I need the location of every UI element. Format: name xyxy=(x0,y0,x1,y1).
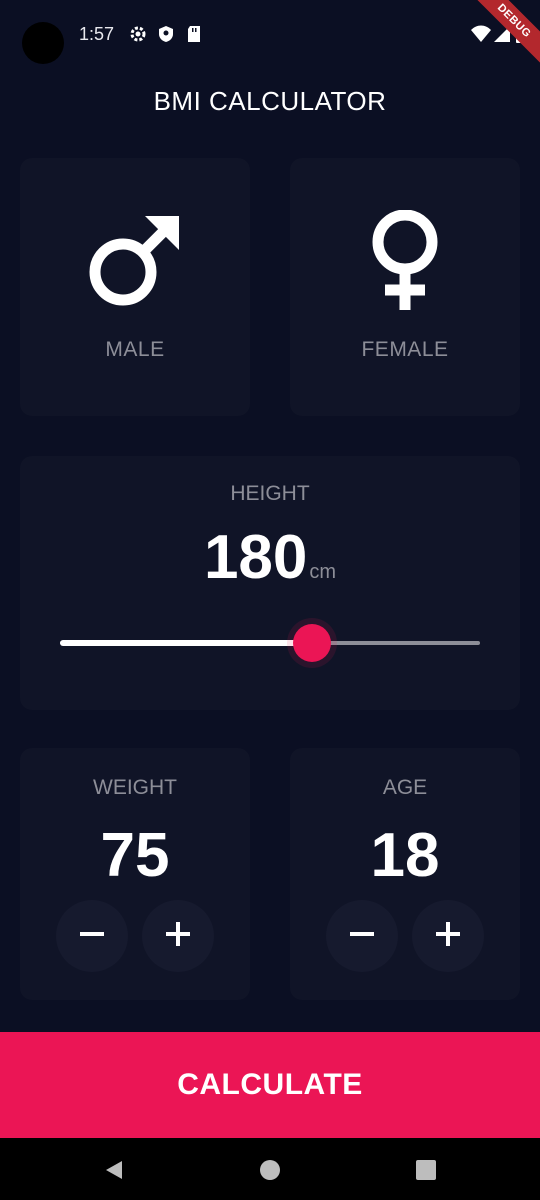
female-label: FEMALE xyxy=(361,338,449,361)
slider-thumb[interactable] xyxy=(293,624,331,662)
recents-icon[interactable] xyxy=(414,1158,438,1182)
age-label: AGE xyxy=(382,776,428,799)
calculate-label: CALCULATE xyxy=(177,1068,363,1101)
weight-increment-button[interactable] xyxy=(142,900,214,972)
female-card[interactable]: FEMALE xyxy=(290,158,520,416)
weight-value: 75 xyxy=(100,821,170,890)
minus-icon xyxy=(79,921,105,952)
weight-label: WEIGHT xyxy=(93,776,177,799)
age-decrement-button[interactable] xyxy=(326,900,398,972)
height-card: HEIGHT 180 cm xyxy=(20,456,520,710)
height-label: HEIGHT xyxy=(230,482,310,505)
height-unit: cm xyxy=(309,561,337,583)
minus-icon xyxy=(349,921,375,952)
slider-track-active xyxy=(60,640,312,646)
home-icon[interactable] xyxy=(258,1158,282,1182)
plus-icon xyxy=(435,921,461,952)
shield-icon xyxy=(156,24,176,44)
weight-card: WEIGHT 75 xyxy=(20,748,250,1000)
height-value-row: 180 cm xyxy=(20,522,520,593)
status-bar: 1:57 DEBUG xyxy=(0,0,540,72)
age-card: AGE 18 xyxy=(290,748,520,1000)
navigation-bar xyxy=(0,1138,540,1200)
male-label: MALE xyxy=(105,338,165,361)
status-time: 1:57 xyxy=(79,24,115,44)
age-value: 18 xyxy=(370,821,440,890)
wifi-icon xyxy=(470,24,491,44)
calculate-button[interactable]: CALCULATE xyxy=(0,1032,540,1138)
weight-decrement-button[interactable] xyxy=(56,900,128,972)
age-increment-button[interactable] xyxy=(412,900,484,972)
height-slider[interactable] xyxy=(60,624,480,662)
back-icon[interactable] xyxy=(102,1158,126,1182)
male-card[interactable]: MALE xyxy=(20,158,250,416)
plus-icon xyxy=(165,921,191,952)
height-value: 180 xyxy=(203,523,308,592)
app-title: BMI CALCULATOR xyxy=(153,86,387,116)
female-icon xyxy=(355,209,455,310)
gear-icon xyxy=(128,24,148,44)
sd-card-icon xyxy=(184,24,204,44)
camera-cutout xyxy=(22,22,64,64)
male-icon xyxy=(85,210,185,310)
